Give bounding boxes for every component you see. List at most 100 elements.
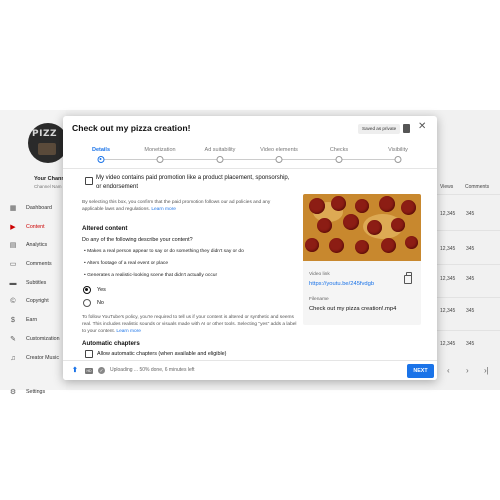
sidebar-item-label: Comments [26,261,52,267]
list-item: • Generates a realistic-looking scene th… [84,273,218,278]
sidebar-item-creator-music[interactable]: ♫ Creator Music [8,352,66,364]
dialog-header: Check out my pizza creation! Saved as pr… [63,116,437,142]
step-dot-monetization[interactable] [156,156,164,163]
step-video-elements[interactable]: Video elements [260,147,298,153]
step-monetization[interactable]: Monetization [144,147,175,153]
divider [430,264,500,265]
sidebar-item-label: Copyright [26,298,49,304]
sidebar-item-content[interactable]: ▶ Content [8,221,66,233]
sidebar-item-settings[interactable]: ⚙ Settings [8,388,45,396]
paid-promotion-note-text: By selecting this box, you confirm that … [82,200,271,212]
row-comments: 345 [466,211,475,217]
step-ad-suitability[interactable]: Ad suitability [205,147,236,153]
column-header-views[interactable]: Views [440,184,453,190]
list-item-text: Alters footage of a real event or place [86,261,169,266]
step-dot-checks[interactable] [335,156,343,163]
video-thumbnail[interactable] [303,194,421,261]
channel-subtitle: Channel Nam [34,184,62,189]
sidebar-item-dashboard[interactable]: ▦ Dashboard [8,202,66,214]
analytics-icon: ▤ [9,242,17,249]
list-item-text: Makes a real person appear to say or do … [87,249,244,254]
row-comments: 345 [466,341,475,347]
filename-label: Filename [309,297,329,302]
step-dot-visibility[interactable] [394,156,402,163]
sidebar-item-label: Content [26,224,45,230]
learn-more-link[interactable]: Learn more [151,207,176,212]
sidebar-item-label: Customization [26,336,60,342]
sidebar-item-copyright[interactable]: © Copyright [8,295,66,307]
altered-yes-label[interactable]: Yes [97,287,106,293]
list-item: • Alters footage of a real event or plac… [84,261,169,266]
video-link[interactable]: https://youtu.be/245fvdgb [309,281,374,287]
prev-page-icon[interactable]: ‹ [447,366,450,375]
creator-music-icon: ♫ [10,354,16,362]
sidebar-item-analytics[interactable]: ▤ Analytics [8,239,66,251]
next-page-icon[interactable]: › [466,366,469,375]
subtitles-icon: ▬ [9,279,17,287]
paid-promotion-label: My video contains paid promotion like a … [96,175,290,190]
altered-content-note: To follow YouTube's policy, you're requi… [82,314,297,335]
list-item-text: Generates a realistic-looking scene that… [87,273,218,278]
sidebar-item-label: Earn [26,317,38,323]
auto-chapters-checkbox[interactable] [85,350,93,358]
list-item: • Makes a real person appear to say or d… [84,249,244,254]
stepper-track [101,159,398,160]
dialog-title: Check out my pizza creation! [72,123,191,133]
dialog-footer: ⬆ HD ✓ Uploading ... 50% done, 6 minutes… [63,360,437,380]
altered-no-radio[interactable] [83,299,91,307]
divider [430,297,500,298]
feedback-icon[interactable] [403,124,410,133]
sidebar-item-label: Analytics [26,242,48,248]
row-comments: 345 [466,246,475,252]
step-dot-video-elements[interactable] [275,156,283,163]
altered-yes-radio[interactable] [83,286,91,294]
upload-dialog: Check out my pizza creation! Saved as pr… [63,116,437,380]
altered-content-title: Altered content [82,225,128,232]
video-link-label: Video link [309,272,330,277]
saved-status-badge: Saved as private [358,124,401,134]
customization-icon: ✎ [10,336,16,343]
sidebar-item-subtitles[interactable]: ▬ Subtitles [8,277,66,289]
last-page-icon[interactable]: ›| [484,366,489,375]
copy-icon[interactable] [404,272,412,284]
comments-icon: ▭ [9,261,17,268]
video-preview-card: Video link https://youtu.be/245fvdgb Fil… [303,194,421,325]
sidebar-item-label: Creator Music [26,355,59,361]
upload-stepper: Details Monetization Ad suitability Vide… [63,144,437,166]
row-comments: 345 [466,308,475,314]
auto-chapters-label: Allow automatic chapters (when available… [97,351,227,357]
learn-more-link[interactable]: Learn more [116,329,141,334]
row-comments: 345 [466,276,475,282]
content-icon: ▶ [10,224,16,231]
earn-icon: $ [11,316,15,324]
sidebar-item-label: Subtitles [26,280,47,286]
paid-promotion-note: By selecting this box, you confirm that … [82,199,287,213]
row-views: 12,345 [440,246,456,252]
hd-icon: HD [85,368,93,374]
step-dot-ad-suitability[interactable] [216,156,224,163]
step-visibility[interactable]: Visibility [388,147,408,153]
paid-promotion-checkbox[interactable] [85,177,93,185]
row-views: 12,345 [440,341,456,347]
step-checks[interactable]: Checks [330,147,348,153]
divider [430,330,500,331]
row-views: 12,345 [440,276,456,282]
step-dot-details[interactable] [97,156,105,163]
sidebar-item-comments[interactable]: ▭ Comments [8,258,66,270]
divider [430,194,500,195]
next-button[interactable]: NEXT [407,364,434,378]
sidebar-item-customization[interactable]: ✎ Customization [8,333,66,345]
dashboard-icon: ▦ [9,205,17,212]
sidebar-item-earn[interactable]: $ Earn [8,314,66,326]
avatar-sign-text: PIZZ [32,129,57,139]
copyright-icon: © [10,297,16,305]
chapters-title: Automatic chapters [82,340,140,347]
sidebar-item-label: Settings [26,389,46,395]
channel-name: Your Chann [34,176,65,182]
altered-no-label[interactable]: No [97,300,104,306]
channel-avatar[interactable]: PIZZ [28,123,68,163]
gear-icon: ⚙ [9,389,17,396]
column-header-comments[interactable]: Comments [465,184,489,190]
step-details[interactable]: Details [92,147,110,153]
close-icon[interactable]: ✕ [418,121,426,133]
